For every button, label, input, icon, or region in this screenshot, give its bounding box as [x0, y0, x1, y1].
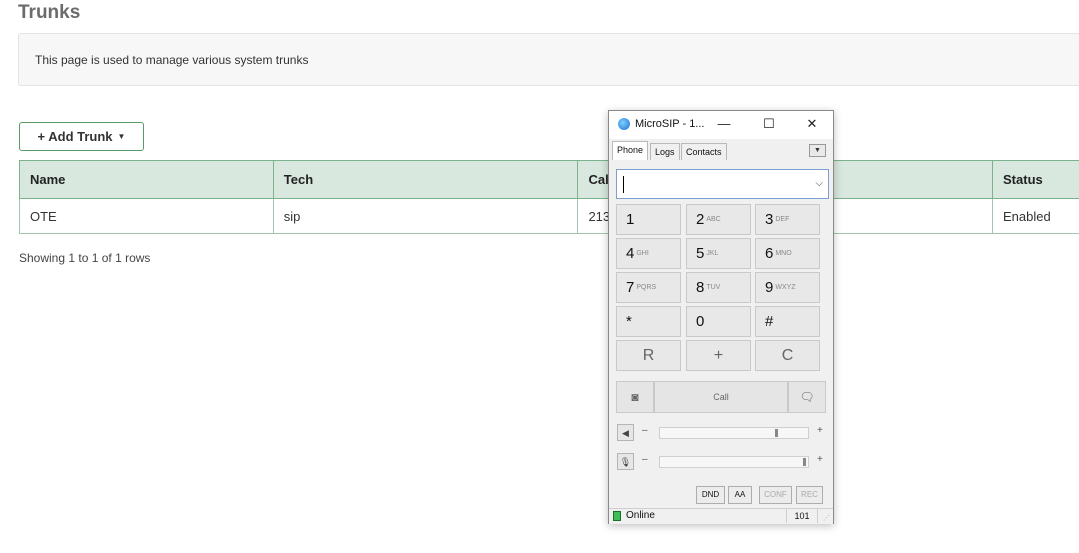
key-digit: *: [626, 313, 632, 330]
clear-button[interactable]: C: [755, 340, 820, 371]
microsip-title: MicroSIP - 1...: [635, 118, 705, 130]
add-trunk-button[interactable]: + Add Trunk ▼: [19, 122, 144, 151]
dnd-button[interactable]: DND: [696, 486, 725, 504]
key-digit: 2: [696, 211, 705, 228]
key-star[interactable]: *: [616, 306, 681, 337]
key-digit: 1: [626, 211, 635, 228]
resize-grip-icon[interactable]: ⋰: [823, 514, 830, 522]
key-digit: 7: [626, 279, 635, 296]
auto-answer-button[interactable]: AA: [728, 486, 752, 504]
caret-down-icon: ▼: [117, 132, 126, 141]
microphone-icon[interactable]: 🎙: [617, 453, 634, 470]
table-row[interactable]: OTE sip 2 1 3 Enabled: [19, 198, 1079, 234]
key-0[interactable]: 0: [686, 306, 751, 337]
key-letters: TUV: [706, 284, 721, 291]
minimize-icon[interactable]: —: [710, 114, 738, 134]
redial-label: R: [642, 346, 655, 364]
key-2[interactable]: 2 ABC: [686, 204, 751, 235]
chat-icon: 🗨: [799, 390, 815, 404]
key-digit: #: [765, 313, 774, 330]
call-label: Call: [713, 392, 729, 402]
speaker-icon[interactable]: ◀: [617, 424, 634, 441]
tab-logs[interactable]: Logs: [650, 143, 680, 160]
redial-button[interactable]: R: [616, 340, 681, 371]
microsip-logo-icon: [618, 118, 630, 130]
key-1[interactable]: 1: [616, 204, 681, 235]
webcam-icon: ◙: [631, 390, 639, 404]
plus-icon: +: [817, 425, 823, 436]
key-letters: JKL: [706, 250, 719, 257]
info-panel: This page is used to manage various syst…: [18, 33, 1079, 86]
key-digit: 0: [696, 313, 705, 330]
microsip-window: MicroSIP - 1... — ☐ ✕ Phone Logs Contact…: [608, 110, 834, 524]
page-description: This page is used to manage various syst…: [35, 53, 309, 67]
column-header-tech[interactable]: Tech: [272, 160, 579, 199]
microsip-statusbar: Online 101 ⋰: [609, 508, 833, 524]
conference-button[interactable]: CONF: [759, 486, 792, 504]
minus-icon: –: [642, 454, 648, 465]
tab-contacts[interactable]: Contacts: [681, 143, 727, 160]
slider-thumb[interactable]: [775, 429, 778, 437]
microsip-titlebar[interactable]: MicroSIP - 1... — ☐ ✕: [609, 111, 833, 139]
key-digit: 6: [765, 245, 774, 262]
key-letters: MNO: [775, 250, 792, 257]
video-call-button[interactable]: ◙: [616, 381, 654, 413]
slider-thumb[interactable]: [803, 458, 806, 466]
cell-status: Enabled: [992, 198, 1079, 234]
key-letters: ABC: [706, 216, 721, 223]
plus-label: +: [713, 346, 724, 364]
trunks-table: Name Tech Cal Status OTE sip 2 1 3 Enabled: [19, 160, 1079, 234]
table-header-row: Name Tech Cal Status: [19, 160, 1079, 199]
key-4[interactable]: 4 GHI: [616, 238, 681, 269]
key-digit: 5: [696, 245, 705, 262]
record-button[interactable]: REC: [796, 486, 823, 504]
key-letters: GHI: [636, 250, 649, 257]
maximize-icon[interactable]: ☐: [755, 114, 783, 134]
minus-icon: –: [642, 425, 648, 436]
cell-tech: sip: [272, 198, 579, 234]
microphone-volume-slider[interactable]: [659, 456, 809, 468]
dial-number-input[interactable]: ⌵: [616, 169, 829, 199]
key-digit: 3: [765, 211, 774, 228]
microphone-volume-row: 🎙 – +: [617, 453, 829, 471]
tabs-menu-dropdown-icon[interactable]: ▼: [809, 144, 826, 157]
key-5[interactable]: 5 JKL: [686, 238, 751, 269]
page-title: Trunks: [18, 2, 81, 23]
key-digit: 9: [765, 279, 774, 296]
column-header-name[interactable]: Name: [19, 160, 274, 199]
column-header-status[interactable]: Status: [992, 160, 1079, 199]
add-trunk-label: + Add Trunk: [37, 129, 113, 144]
plus-icon: +: [817, 454, 823, 465]
online-status-icon[interactable]: [613, 511, 621, 521]
key-9[interactable]: 9 WXYZ: [755, 272, 820, 303]
speaker-volume-slider[interactable]: [659, 427, 809, 439]
key-digit: 4: [626, 245, 635, 262]
key-digit: 8: [696, 279, 705, 296]
call-button[interactable]: Call: [654, 381, 788, 413]
key-6[interactable]: 6 MNO: [755, 238, 820, 269]
cell-name: OTE: [19, 198, 274, 234]
key-letters: DEF: [775, 216, 790, 223]
close-icon[interactable]: ✕: [798, 114, 826, 134]
text-cursor: [623, 176, 624, 193]
plus-button[interactable]: +: [686, 340, 751, 371]
key-hash[interactable]: #: [755, 306, 820, 337]
message-button[interactable]: 🗨: [788, 381, 826, 413]
speaker-volume-row: ◀ – +: [617, 424, 829, 442]
chevron-down-icon[interactable]: ⌵: [815, 178, 823, 189]
clear-label: C: [781, 346, 794, 364]
pagination-info: Showing 1 to 1 of 1 rows: [19, 251, 151, 265]
status-text[interactable]: Online: [626, 510, 655, 521]
microsip-tabs: Phone Logs Contacts: [612, 141, 830, 160]
key-letters: PQRS: [636, 284, 657, 291]
tab-phone[interactable]: Phone: [612, 141, 649, 160]
key-8[interactable]: 8 TUV: [686, 272, 751, 303]
key-3[interactable]: 3 DEF: [755, 204, 820, 235]
key-letters: WXYZ: [775, 284, 796, 291]
key-7[interactable]: 7 PQRS: [616, 272, 681, 303]
account-extension: 101: [786, 509, 818, 523]
